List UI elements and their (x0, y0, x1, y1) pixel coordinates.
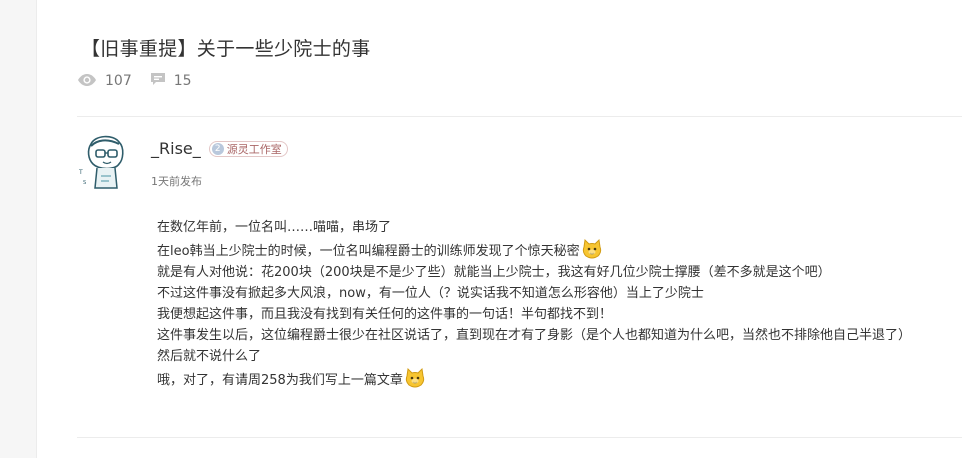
footer-divider (77, 437, 962, 438)
content-line: 这件事发生以后，这位编程爵士很少在社区说话了，直到现在才有了身影（是个人也都知道… (157, 328, 912, 343)
content-line: 然后就不说什么了 (157, 349, 262, 364)
views-stat: 107 (77, 72, 132, 91)
post-title: 【旧事重提】关于一些少院士的事 (81, 38, 371, 60)
views-count: 107 (105, 73, 132, 89)
comments-stat: 15 (150, 72, 192, 91)
post-time: 1天前发布 (151, 175, 202, 188)
post-content: 在数亿年前，一位名叫……喵喵，串场了 在leo韩当上少院士的时候，一位名叫编程爵… (157, 217, 917, 391)
content-line: 在数亿年前，一位名叫……喵喵，串场了 (157, 220, 392, 235)
cat-face-emoji-icon (581, 238, 603, 260)
author-info: _Rise_ 2 源灵工作室 (151, 139, 288, 158)
svg-text:T: T (78, 169, 83, 176)
comments-count: 15 (173, 73, 192, 89)
content-line: 在leo韩当上少院士的时候，一位名叫编程爵士的训练师发现了个惊天秘密 (157, 238, 917, 262)
avatar[interactable]: T S (77, 134, 129, 192)
post-card: 【旧事重提】关于一些少院士的事 107 15 T S _Rise_ 2 源灵工作… (36, 0, 962, 458)
svg-text:S: S (83, 180, 86, 186)
comment-icon (150, 72, 166, 91)
content-line: 哦，对了，有请周258为我们写上一篇文章 (157, 367, 917, 391)
author-name[interactable]: _Rise_ (151, 139, 201, 158)
studio-badge[interactable]: 2 源灵工作室 (208, 140, 288, 157)
cat-face-emoji-icon (404, 367, 426, 389)
badge-level: 2 (211, 142, 224, 155)
content-line: 我便想起这件事，而且我没有找到有关任何的这件事的一句话！半句都找不到！ (157, 307, 613, 322)
header-divider (77, 116, 962, 117)
post-stats: 107 15 (77, 71, 210, 91)
eye-icon (77, 72, 97, 91)
content-line: 不过这件事没有掀起多大风浪，now，有一位人（？说实话我不知道怎么形容他）当上了… (157, 286, 704, 301)
badge-label: 源灵工作室 (226, 142, 282, 156)
content-line: 就是有人对他说：花200块（200块是不是少了些）就能当上少院士，我这有好几位少… (157, 265, 831, 280)
